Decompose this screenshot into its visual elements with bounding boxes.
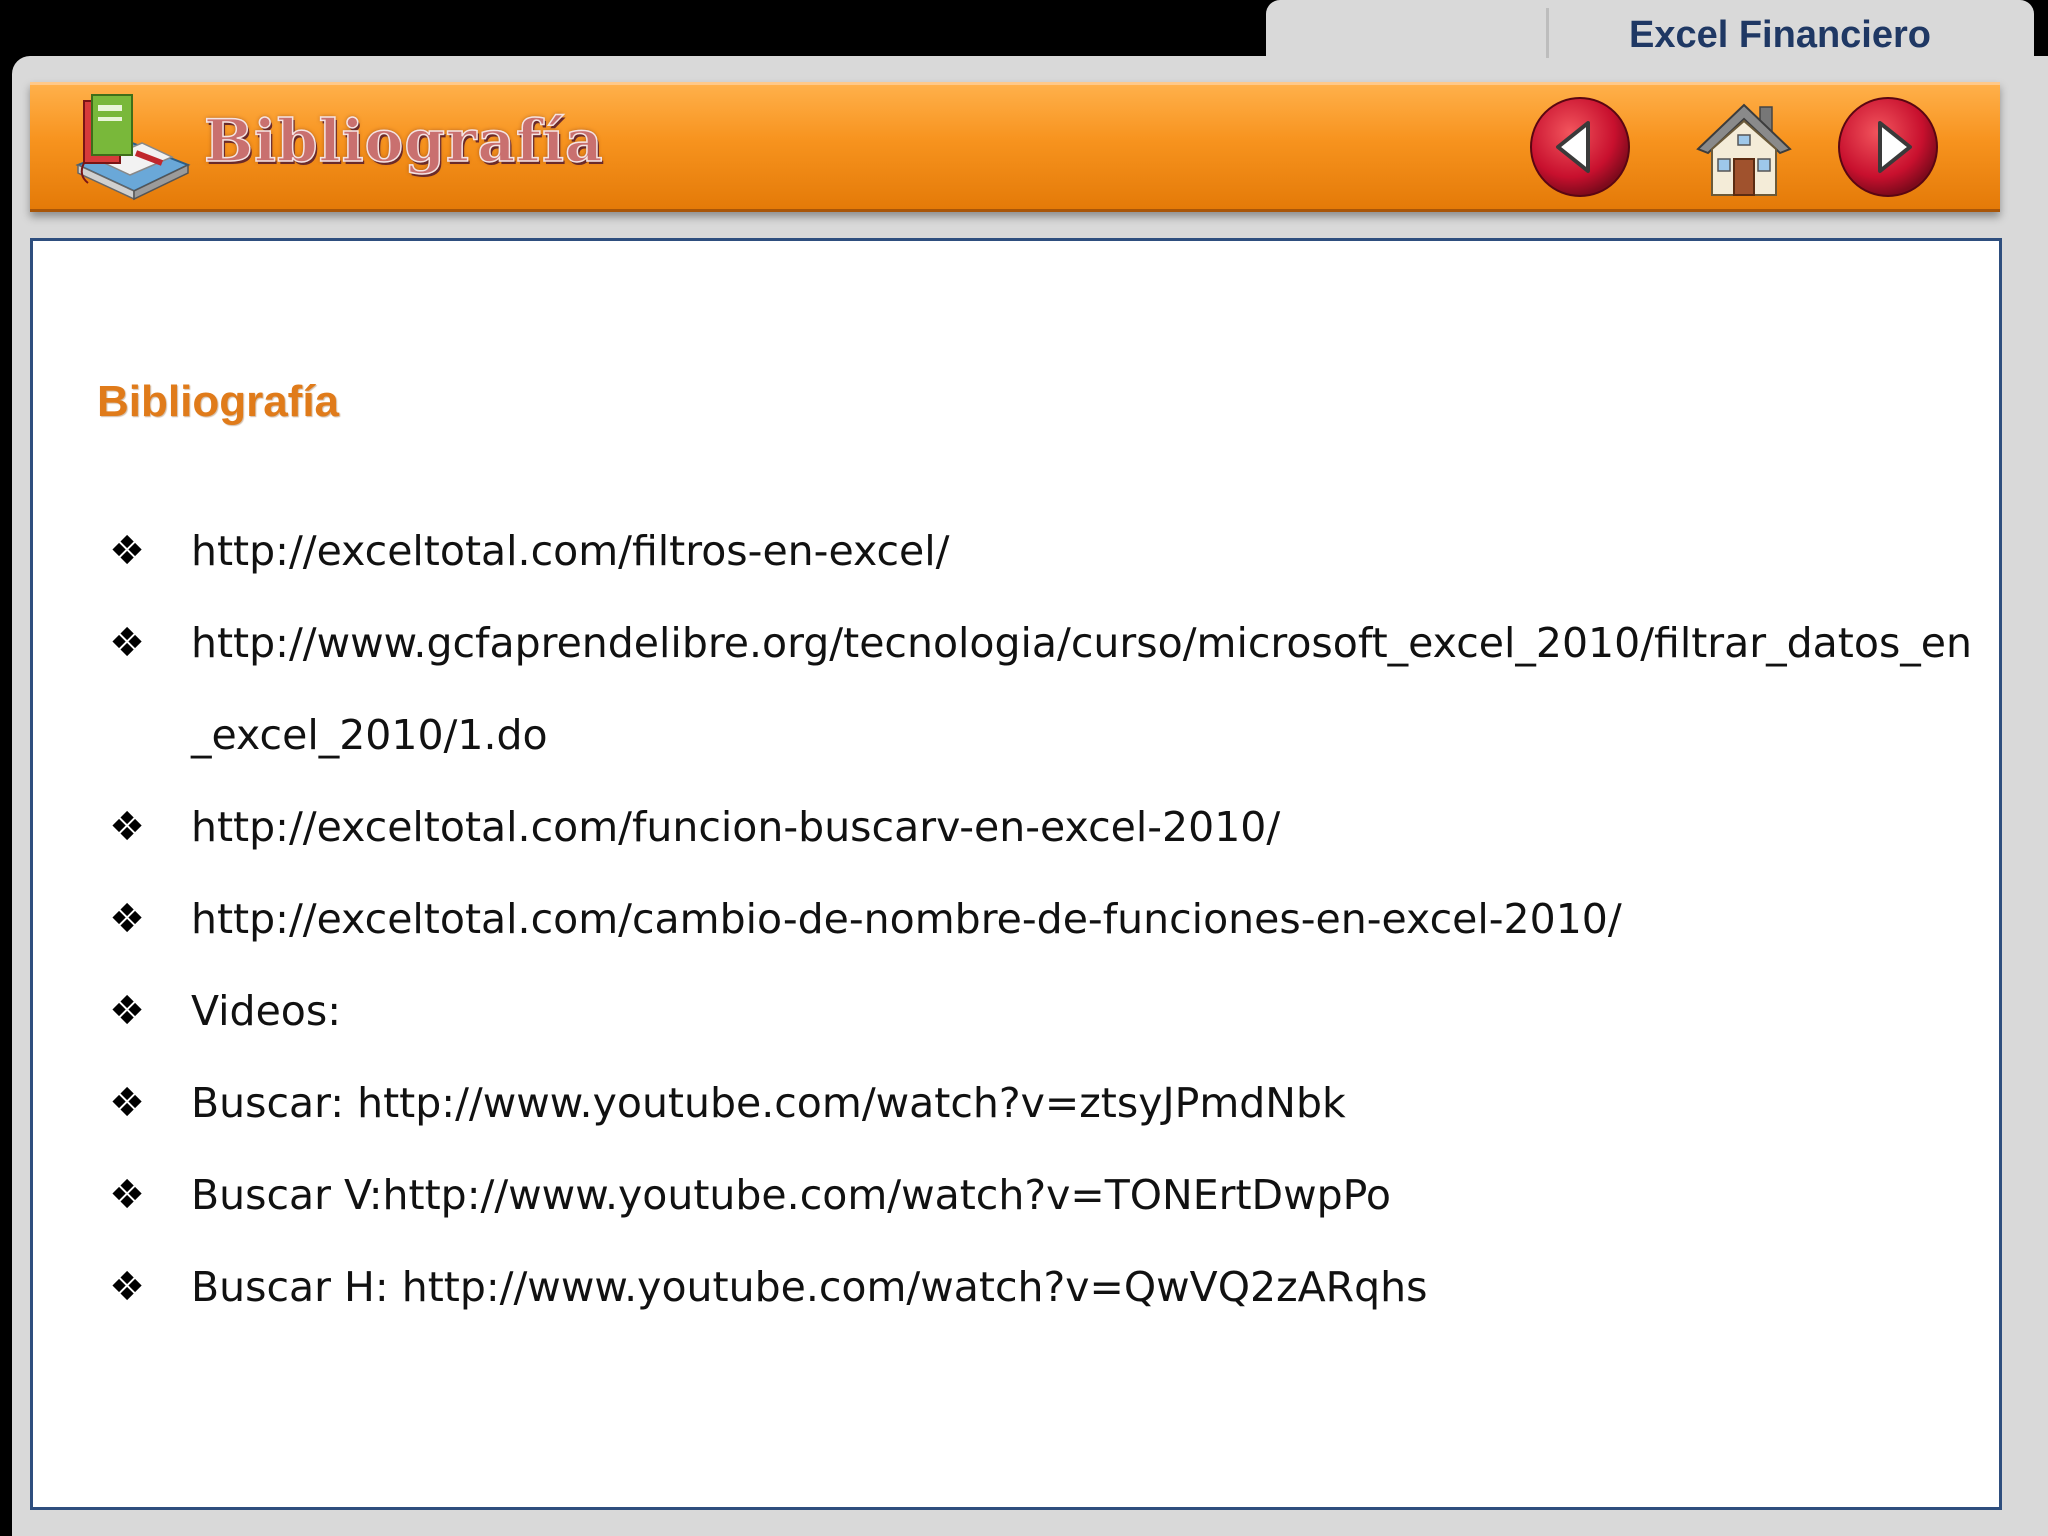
header-bar: Bibliografía — [30, 82, 2000, 212]
list-item: ❖ http://www.gcfaprendelibre.org/tecnolog… — [97, 597, 1977, 781]
next-button[interactable] — [1836, 95, 1940, 199]
reference-link[interactable]: http://www.gcfaprendelibre.org/tecnologi… — [191, 619, 1972, 759]
bullet-icon: ❖ — [109, 1172, 145, 1218]
bullet-icon: ❖ — [109, 620, 145, 666]
list-item: ❖ http://exceltotal.com/funcion-buscarv-e… — [97, 781, 1977, 873]
bullet-icon: ❖ — [109, 1264, 145, 1310]
house-icon — [1696, 103, 1792, 196]
reference-label: Videos: — [191, 987, 342, 1035]
reference-link[interactable]: http://exceltotal.com/filtros-en-excel/ — [191, 527, 949, 575]
bullet-icon: ❖ — [109, 896, 145, 942]
previous-button[interactable] — [1528, 95, 1632, 199]
arrow-left-icon — [1530, 97, 1630, 197]
list-item: ❖ http://exceltotal.com/cambio-de-nombre-… — [97, 873, 1977, 965]
tab-divider — [1546, 8, 1549, 58]
list-item: ❖ Buscar: http://www.youtube.com/watch?v=… — [97, 1057, 1977, 1149]
reference-link[interactable]: Buscar V:http://www.youtube.com/watch?v=… — [191, 1171, 1391, 1219]
list-item: ❖ Buscar H: http://www.youtube.com/watch?… — [97, 1241, 1977, 1333]
reference-link[interactable]: http://exceltotal.com/funcion-buscarv-en… — [191, 803, 1280, 851]
content-panel: Bibliografía ❖ http://exceltotal.com/filt… — [30, 238, 2002, 1510]
list-item: ❖ Buscar V:http://www.youtube.com/watch?v… — [97, 1149, 1977, 1241]
reference-link[interactable]: Buscar: http://www.youtube.com/watch?v=z… — [191, 1079, 1346, 1127]
header-title: Bibliografía — [203, 106, 604, 176]
course-title: Excel Financiero — [1628, 14, 1931, 56]
arrow-right-icon — [1838, 97, 1938, 197]
bullet-icon: ❖ — [109, 528, 145, 574]
reference-link[interactable]: Buscar H: http://www.youtube.com/watch?v… — [191, 1263, 1428, 1311]
list-item: ❖ http://exceltotal.com/filtros-en-excel/ — [97, 505, 1977, 597]
reference-list: ❖ http://exceltotal.com/filtros-en-excel/… — [97, 505, 1977, 1333]
bullet-icon: ❖ — [109, 1080, 145, 1126]
list-item: ❖ Videos: — [97, 965, 1977, 1057]
bullet-icon: ❖ — [109, 988, 145, 1034]
bullet-icon: ❖ — [109, 804, 145, 850]
home-button[interactable] — [1690, 93, 1798, 203]
reference-link[interactable]: http://exceltotal.com/cambio-de-nombre-d… — [191, 895, 1622, 943]
book-stack-icon — [75, 94, 191, 201]
content-heading: Bibliografía — [97, 377, 340, 426]
